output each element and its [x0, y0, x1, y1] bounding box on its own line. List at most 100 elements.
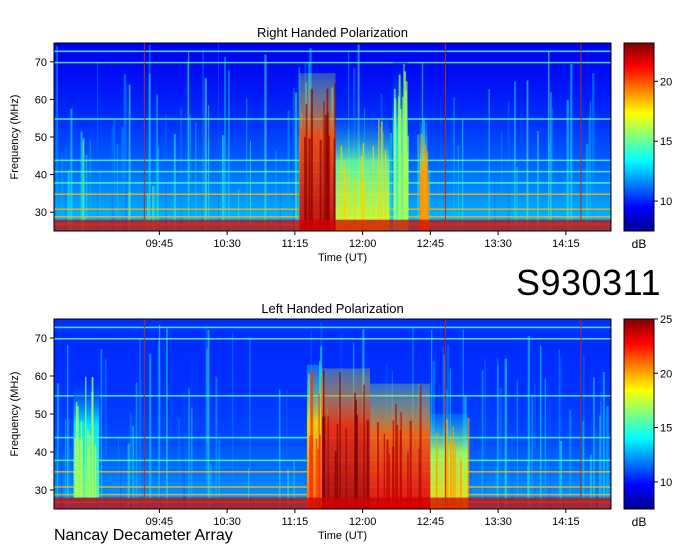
noise-streak: [589, 101, 592, 231]
noise-streak: [600, 392, 602, 509]
x-tick-label: 12:45: [417, 516, 445, 528]
burst-streak: [77, 438, 80, 498]
x-tick-label: 11:15: [282, 516, 309, 528]
y-tick-label: 40: [35, 170, 47, 182]
noise-streak: [566, 100, 569, 231]
chart-title: Left Handed Polarization: [261, 301, 403, 316]
noise-streak: [121, 126, 124, 231]
burst-streak: [85, 376, 87, 498]
x-tick-label: 09:45: [146, 238, 174, 250]
noise-streak: [188, 388, 191, 509]
noise-streak: [182, 393, 186, 509]
colorbar-tick-label: 15: [660, 423, 672, 435]
x-tick-label: 12:00: [349, 516, 377, 528]
noise-streak: [549, 400, 552, 509]
noise-streak: [191, 407, 193, 509]
noise-streak: [60, 419, 63, 509]
noise-streak: [457, 145, 459, 231]
burst-streak: [405, 81, 408, 231]
y-axis-label: Frequency (MHz): [9, 95, 21, 180]
y-tick-label: 30: [35, 485, 47, 497]
burst-streak: [340, 145, 343, 231]
rfi-band: [54, 326, 611, 329]
noise-streak: [111, 125, 114, 231]
burst-streak: [377, 421, 379, 509]
noise-streak: [550, 92, 552, 231]
colorbar-tick-label: 20: [660, 368, 672, 380]
x-tick-label: 10:30: [213, 238, 241, 250]
noise-streak: [113, 118, 116, 231]
noise-streak: [157, 340, 160, 509]
noise-streak: [570, 63, 573, 231]
noise-streak: [582, 420, 585, 509]
colorbar-tick-label: 10: [660, 477, 672, 489]
noise-streak: [85, 154, 88, 231]
burst-streak: [74, 437, 77, 498]
burst-streak: [304, 137, 306, 231]
burst-streak: [336, 423, 339, 509]
y-tick-label: 40: [35, 447, 47, 459]
noise-streak: [66, 344, 69, 509]
noise-streak: [135, 382, 138, 509]
panel-left-handed: Left Handed Polarization 30 40 50 60 70 Freque…: [9, 301, 672, 542]
noise-streak: [507, 101, 510, 231]
noise-streak: [453, 97, 455, 231]
burst-streak: [424, 145, 426, 231]
noise-streak: [149, 353, 152, 509]
noise-streak: [606, 406, 609, 509]
noise-streak: [156, 94, 158, 231]
low-band: [54, 219, 611, 231]
rfi-band: [54, 338, 611, 340]
x-tick-label: 12:00: [349, 238, 377, 250]
noise-streak: [180, 108, 183, 231]
noise-streak: [116, 144, 118, 231]
colorbar-tick-label: 25: [660, 314, 672, 326]
rfi-band: [54, 50, 611, 53]
noise-streak: [534, 384, 536, 509]
noise-streak: [189, 114, 192, 231]
observation-id-label: S930311: [516, 262, 661, 303]
burst-streak: [467, 417, 470, 509]
noise-streak: [588, 116, 590, 231]
noise-streak: [275, 150, 277, 231]
chart-title: Right Handed Polarization: [257, 25, 408, 40]
noise-streak: [278, 389, 281, 509]
burst-streak: [319, 139, 322, 231]
burst-streak: [396, 425, 399, 509]
noise-streak: [165, 114, 167, 231]
y-tick-label: 30: [35, 207, 47, 219]
noise-streak: [148, 73, 151, 231]
x-tick-label: 13:30: [484, 238, 512, 250]
noise-streak: [56, 46, 59, 231]
burst-streak: [399, 429, 402, 509]
x-tick-label: 12:45: [417, 238, 445, 250]
noise-streak: [159, 372, 161, 509]
rfi-band: [54, 61, 611, 64]
burst-streak: [419, 384, 422, 509]
noise-streak: [595, 427, 597, 509]
x-tick-label: 14:15: [552, 516, 580, 528]
burst-streak: [308, 138, 311, 231]
y-tick-label: 50: [35, 132, 47, 144]
noise-streak: [64, 146, 67, 231]
burst-streak: [378, 118, 380, 231]
noise-streak: [207, 105, 210, 231]
noise-streak: [531, 394, 534, 509]
colorbar-tick-label: 20: [660, 76, 672, 88]
noise-streak: [228, 70, 230, 231]
heatmap-area: [54, 43, 611, 231]
colorbar-tick-label: 15: [660, 136, 672, 148]
heatmap-area: [54, 319, 611, 509]
burst-streak: [75, 401, 78, 498]
noise-streak: [96, 60, 99, 231]
burst-streak: [94, 444, 97, 498]
panel-right-handed: Right Handed Polarization 30 40 50 60 70 Frequ…: [9, 25, 672, 264]
noise-streak: [592, 73, 595, 231]
y-tick-label: 60: [35, 371, 47, 383]
noise-streak: [539, 345, 542, 509]
noise-streak: [499, 388, 502, 509]
burst-streak: [79, 439, 82, 498]
colorbar: [623, 318, 655, 510]
y-tick-label: 70: [35, 333, 47, 345]
burst-streak: [366, 420, 369, 509]
